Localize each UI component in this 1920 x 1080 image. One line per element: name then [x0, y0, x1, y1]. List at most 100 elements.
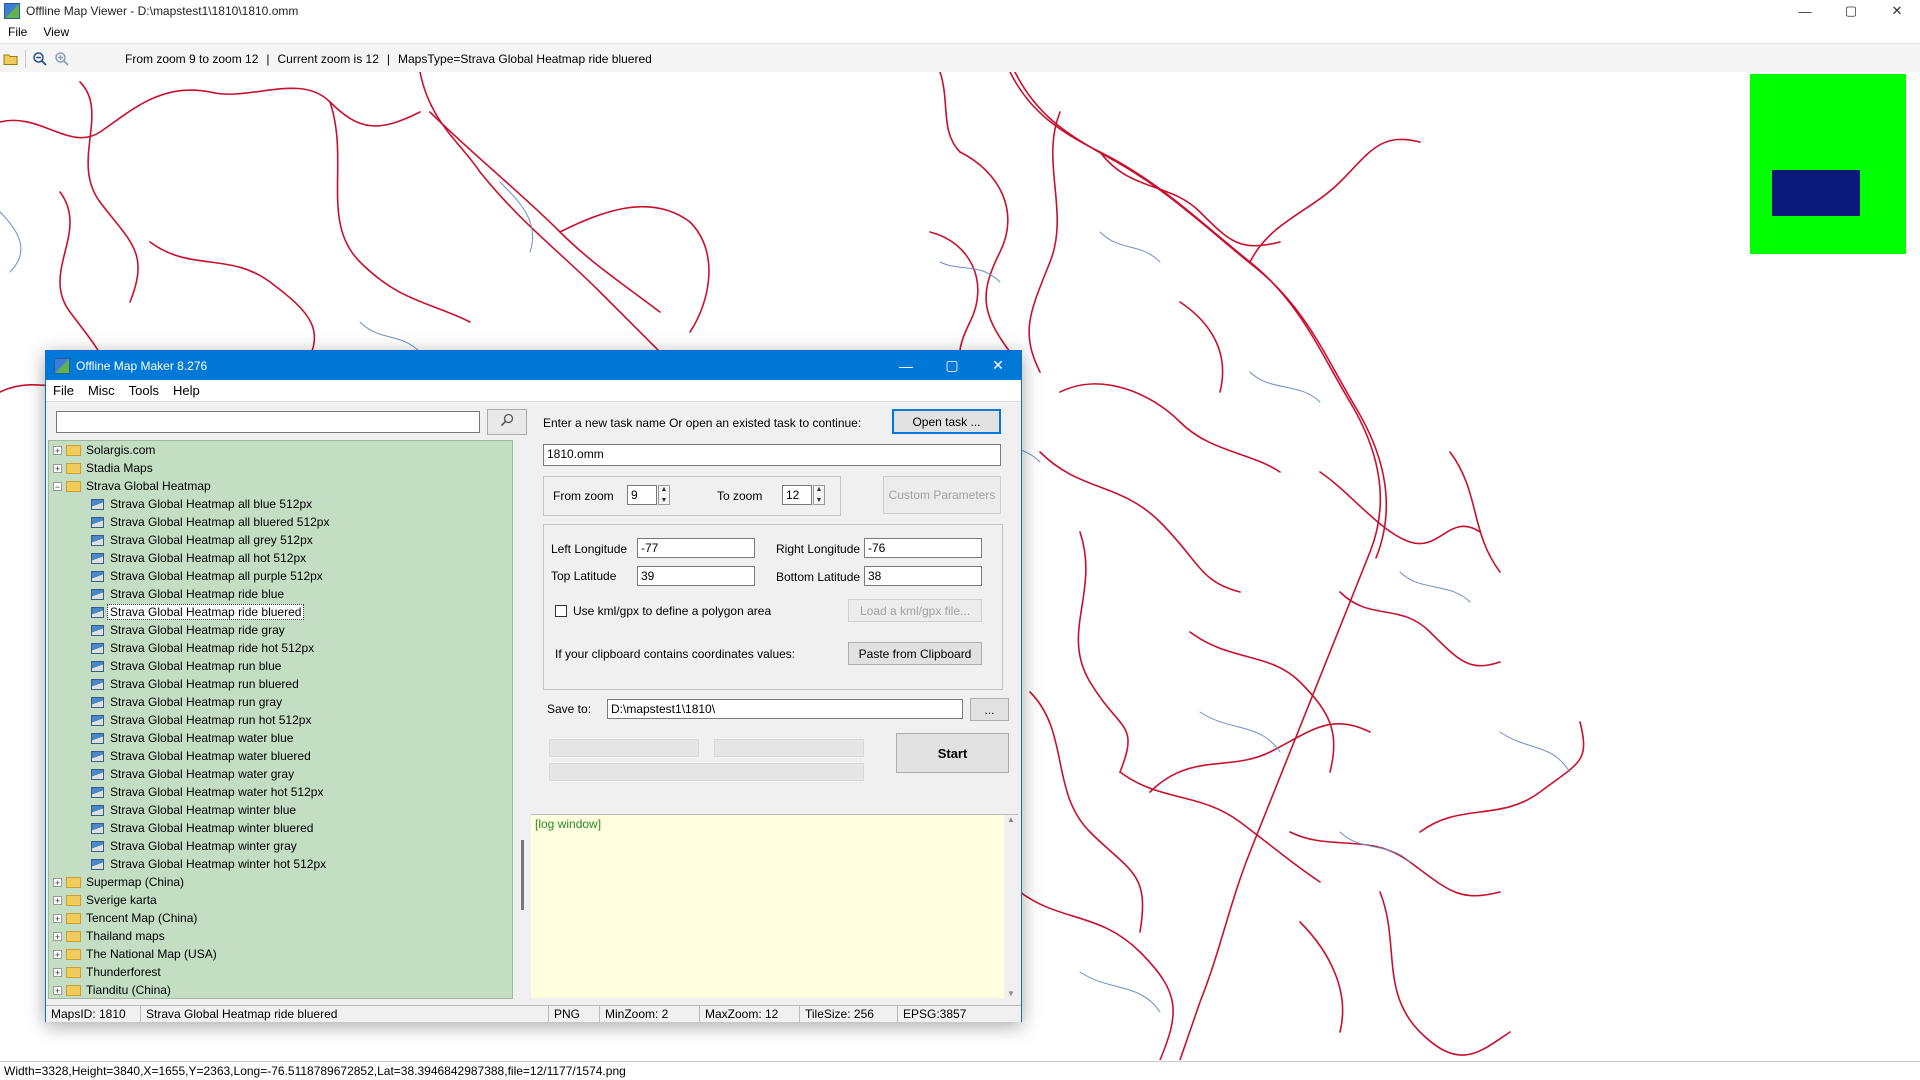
expand-icon[interactable]: +: [53, 895, 62, 905]
tree-map-item[interactable]: Strava Global Heatmap winter gray: [49, 837, 512, 855]
tree-map-item[interactable]: Strava Global Heatmap water hot 512px: [49, 783, 512, 801]
log-window[interactable]: [log window] ▲ ▼: [531, 814, 1018, 998]
expand-icon[interactable]: +: [53, 931, 62, 941]
dialog-close-button[interactable]: ✕: [975, 351, 1021, 380]
tree-map-item[interactable]: Strava Global Heatmap all bluered 512px: [49, 513, 512, 531]
to-zoom-field[interactable]: 12: [782, 485, 812, 505]
map-icon: [91, 840, 104, 852]
tree-map-item[interactable]: Strava Global Heatmap winter hot 512px: [49, 855, 512, 873]
map-search-input[interactable]: [56, 411, 480, 433]
browse-button[interactable]: ...: [970, 698, 1009, 721]
dialog-minimize-button[interactable]: —: [883, 351, 929, 380]
tree-map-item[interactable]: Strava Global Heatmap water blue: [49, 729, 512, 747]
toolbar-separator: [25, 49, 26, 68]
close-button[interactable]: ✕: [1874, 0, 1920, 22]
kml-polygon-checkbox[interactable]: [555, 605, 567, 617]
status-epsg: EPSG:3857: [903, 1007, 967, 1021]
tree-map-item[interactable]: Strava Global Heatmap run gray: [49, 693, 512, 711]
tree-map-item[interactable]: Strava Global Heatmap all blue 512px: [49, 495, 512, 513]
from-zoom-field[interactable]: 9: [627, 485, 657, 505]
tree-folder[interactable]: + The National Map (USA): [49, 945, 512, 963]
custom-parameters-button[interactable]: Custom Parameters: [883, 476, 1001, 514]
zoom-out-icon[interactable]: [29, 48, 51, 70]
minimap[interactable]: [1750, 74, 1906, 254]
tree-map-item[interactable]: Strava Global Heatmap ride bluered: [49, 603, 512, 621]
dialog-menu-misc[interactable]: Misc: [81, 383, 122, 398]
tree-item-label: Strava Global Heatmap all hot 512px: [110, 551, 307, 565]
tree-folder[interactable]: + Tianditu (China): [49, 981, 512, 998]
expand-icon[interactable]: +: [53, 967, 62, 977]
map-icon: [91, 678, 104, 690]
dialog-menu-bar: File Misc Tools Help: [46, 380, 1021, 402]
tree-scrollbar[interactable]: [517, 440, 529, 997]
expand-icon[interactable]: +: [53, 445, 62, 455]
tree-item-label: Strava Global Heatmap water hot 512px: [110, 785, 324, 799]
top-latitude-field[interactable]: 39: [637, 566, 755, 586]
folder-icon: [66, 462, 81, 474]
collapse-icon[interactable]: −: [53, 481, 62, 491]
tree-map-item[interactable]: Strava Global Heatmap ride blue: [49, 585, 512, 603]
dialog-menu-file[interactable]: File: [46, 383, 81, 398]
tree-item-label: Sverige karta: [86, 893, 157, 907]
tree-map-item[interactable]: Strava Global Heatmap winter bluered: [49, 819, 512, 837]
tree-item-label: Strava Global Heatmap ride gray: [110, 623, 285, 637]
from-zoom-label: From zoom: [553, 489, 614, 503]
menu-file[interactable]: File: [0, 25, 35, 39]
tree-scroll-thumb[interactable]: [521, 840, 524, 910]
tree-map-item[interactable]: Strava Global Heatmap water gray: [49, 765, 512, 783]
bottom-latitude-field[interactable]: 38: [864, 566, 982, 586]
tree-map-item[interactable]: Strava Global Heatmap run blue: [49, 657, 512, 675]
tree-map-item[interactable]: Strava Global Heatmap all hot 512px: [49, 549, 512, 567]
dialog-maximize-button[interactable]: ▢: [929, 351, 975, 380]
start-button[interactable]: Start: [896, 733, 1009, 773]
map-tree[interactable]: + Solargis.com + Stadia Maps − Strava Global …: [48, 440, 513, 999]
search-button[interactable]: [487, 409, 527, 435]
tree-folder[interactable]: + Thunderforest: [49, 963, 512, 981]
maximize-button[interactable]: ▢: [1828, 0, 1874, 22]
map-maker-dialog: Offline Map Maker 8.276 — ▢ ✕ File Misc …: [45, 350, 1022, 1022]
right-longitude-field[interactable]: -76: [864, 538, 982, 558]
tree-item-label: Stadia Maps: [86, 461, 153, 475]
expand-icon[interactable]: +: [53, 463, 62, 473]
from-zoom-spinner[interactable]: ▲ ▼: [658, 485, 670, 505]
minimize-button[interactable]: —: [1782, 0, 1828, 22]
tree-map-item[interactable]: Strava Global Heatmap winter blue: [49, 801, 512, 819]
expand-icon[interactable]: +: [53, 985, 62, 995]
open-folder-icon[interactable]: [0, 48, 22, 70]
tree-folder[interactable]: + Thailand maps: [49, 927, 512, 945]
tree-map-item[interactable]: Strava Global Heatmap all grey 512px: [49, 531, 512, 549]
load-kml-button[interactable]: Load a kml/gpx file...: [848, 599, 982, 622]
task-name-field[interactable]: 1810.omm: [543, 444, 1001, 466]
expand-icon[interactable]: +: [53, 877, 62, 887]
tree-folder[interactable]: + Supermap (China): [49, 873, 512, 891]
menu-view[interactable]: View: [35, 25, 77, 39]
zoom-in-icon[interactable]: [51, 48, 73, 70]
log-scrollbar[interactable]: ▲ ▼: [1004, 815, 1018, 998]
tree-item-label: Strava Global Heatmap water bluered: [110, 749, 311, 763]
tree-folder[interactable]: + Solargis.com: [49, 441, 512, 459]
dialog-menu-tools[interactable]: Tools: [122, 383, 166, 398]
tree-map-item[interactable]: Strava Global Heatmap run hot 512px: [49, 711, 512, 729]
paste-clipboard-button[interactable]: Paste from Clipboard: [848, 642, 982, 665]
to-zoom-spinner[interactable]: ▲ ▼: [813, 485, 825, 505]
expand-icon[interactable]: +: [53, 949, 62, 959]
tree-map-item[interactable]: Strava Global Heatmap all purple 512px: [49, 567, 512, 585]
expand-icon[interactable]: +: [53, 913, 62, 923]
status-max-zoom: MaxZoom: 12: [700, 1006, 800, 1022]
dialog-menu-help[interactable]: Help: [166, 383, 207, 398]
open-task-button[interactable]: Open task ...: [892, 409, 1001, 434]
map-icon: [91, 732, 104, 744]
tree-map-item[interactable]: Strava Global Heatmap run bluered: [49, 675, 512, 693]
tree-map-item[interactable]: Strava Global Heatmap ride gray: [49, 621, 512, 639]
tree-map-item[interactable]: Strava Global Heatmap ride hot 512px: [49, 639, 512, 657]
viewer-window-controls: — ▢ ✕: [1782, 0, 1920, 22]
left-longitude-field[interactable]: -77: [637, 538, 755, 558]
map-icon: [91, 624, 104, 636]
tree-folder[interactable]: + Sverige karta: [49, 891, 512, 909]
minimap-viewport[interactable]: [1772, 170, 1860, 216]
tree-folder[interactable]: − Strava Global Heatmap: [49, 477, 512, 495]
tree-folder[interactable]: + Stadia Maps: [49, 459, 512, 477]
save-path-field[interactable]: D:\mapstest1\1810\: [607, 699, 963, 719]
tree-folder[interactable]: + Tencent Map (China): [49, 909, 512, 927]
tree-map-item[interactable]: Strava Global Heatmap water bluered: [49, 747, 512, 765]
